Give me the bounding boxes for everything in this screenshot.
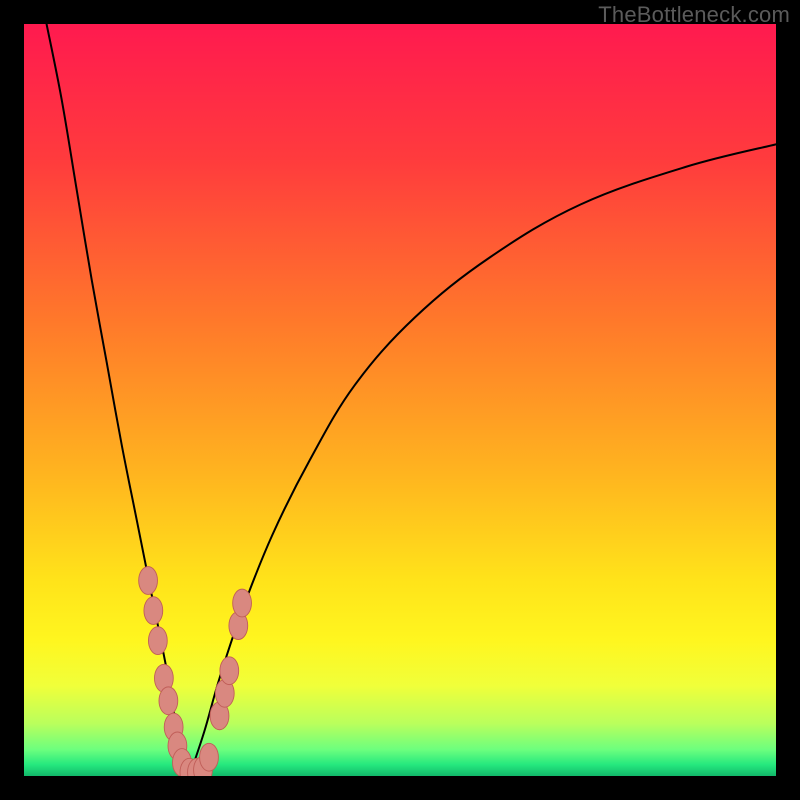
sample-marker — [159, 687, 178, 715]
outer-frame: TheBottleneck.com — [0, 0, 800, 800]
chart-svg — [24, 24, 776, 776]
sample-marker — [144, 597, 163, 625]
watermark-text: TheBottleneck.com — [598, 2, 790, 28]
curve-left-branch — [47, 24, 190, 776]
sample-marker — [220, 657, 239, 685]
curve-right-branch — [189, 144, 776, 776]
sample-marker — [233, 589, 252, 617]
marker-group — [139, 567, 252, 776]
sample-marker — [139, 567, 158, 595]
sample-marker — [200, 743, 219, 771]
sample-marker — [148, 627, 167, 655]
plot-area — [24, 24, 776, 776]
